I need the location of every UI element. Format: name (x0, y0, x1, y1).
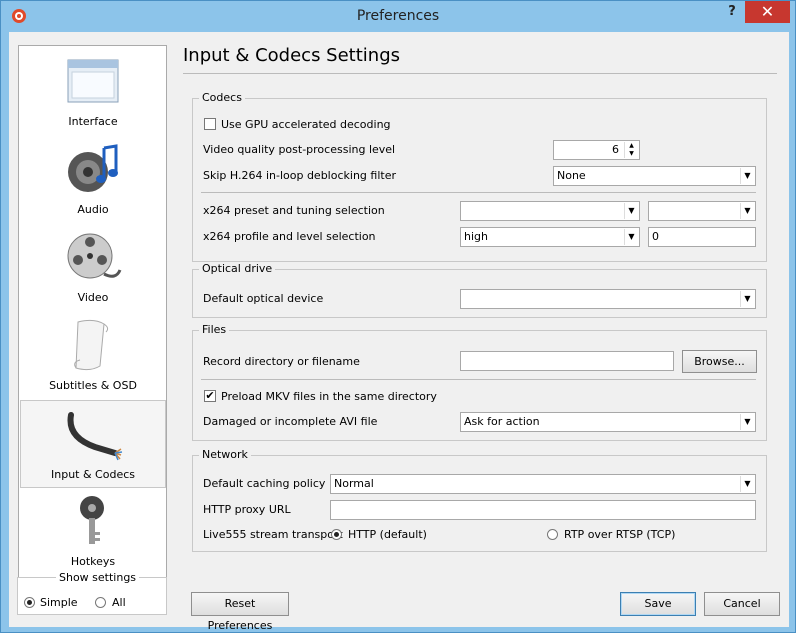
show-settings-group: Show settings Simple All (17, 571, 167, 615)
http-transport-radio[interactable] (331, 529, 342, 540)
sidebar-item-label: Subtitles & OSD (49, 379, 137, 392)
sidebar-item-audio[interactable]: Audio (20, 136, 166, 224)
input-codecs-icon (67, 412, 123, 461)
chevron-down-icon: ▼ (624, 229, 638, 245)
sidebar-item-interface[interactable]: Interface (20, 48, 166, 136)
gpu-decoding-label: Use GPU accelerated decoding (221, 118, 391, 131)
dialog-body: Interface Audio Video Subtitles & OSD In… (9, 32, 789, 632)
record-dir-input[interactable] (460, 351, 674, 371)
avi-label: Damaged or incomplete AVI file (203, 415, 378, 428)
interface-icon (67, 59, 119, 103)
codecs-group: Codecs Use GPU accelerated decoding Vide… (192, 91, 767, 262)
page-title: Input & Codecs Settings (183, 45, 400, 66)
all-radio[interactable] (95, 597, 106, 608)
chevron-down-icon: ▼ (740, 168, 754, 184)
record-dir-label: Record directory or filename (203, 355, 360, 368)
x264-preset-select[interactable]: ▼ (460, 201, 640, 221)
avi-action-select[interactable]: Ask for action ▼ (460, 412, 756, 432)
optical-device-select[interactable]: ▼ (460, 289, 756, 309)
optical-device-label: Default optical device (203, 292, 324, 305)
files-divider (201, 379, 756, 380)
simple-radio[interactable] (24, 597, 35, 608)
audio-icon (68, 144, 118, 192)
reset-preferences-button[interactable]: Reset Preferences (191, 592, 289, 632)
title-bar[interactable]: Preferences ? ✕ (1, 1, 795, 31)
optical-drive-legend: Optical drive (199, 262, 276, 275)
live555-label: Live555 stream transport (203, 528, 343, 541)
chevron-down-icon: ▼ (624, 203, 638, 219)
sidebar-item-hotkeys[interactable]: Hotkeys (20, 488, 166, 576)
preferences-window: Preferences ? ✕ Interface Audio Video Su… (0, 0, 796, 633)
skip-deblocking-value: None (557, 169, 586, 182)
files-group: Files Record directory or filename Brows… (192, 323, 767, 441)
x264-tuning-select[interactable]: ▼ (648, 201, 756, 221)
network-group: Network Default caching policy Normal ▼ … (192, 448, 767, 552)
help-button[interactable]: ? (725, 4, 739, 20)
cancel-button[interactable]: Cancel (704, 592, 780, 616)
all-radio-label: All (112, 596, 126, 609)
rtp-transport-radio[interactable] (547, 529, 558, 540)
browse-button[interactable]: Browse... (682, 350, 757, 373)
heading-divider (183, 73, 777, 74)
sidebar-item-input-codecs[interactable]: Input & Codecs (20, 400, 166, 488)
simple-radio-label: Simple (40, 596, 78, 609)
window-title: Preferences (356, 8, 440, 24)
close-button[interactable]: ✕ (745, 1, 790, 23)
subtitles-icon (74, 319, 109, 371)
x264-preset-label: x264 preset and tuning selection (203, 204, 385, 217)
caching-policy-value: Normal (334, 477, 374, 490)
rtp-transport-label: RTP over RTSP (TCP) (564, 528, 676, 541)
sidebar-item-label: Input & Codecs (51, 468, 135, 481)
hotkeys-icon (80, 496, 104, 544)
gpu-decoding-checkbox[interactable] (204, 118, 216, 130)
save-button[interactable]: Save (620, 592, 696, 616)
x264-profile-value: high (464, 230, 488, 243)
category-sidebar: Interface Audio Video Subtitles & OSD In… (18, 45, 167, 594)
quality-spinbox[interactable]: 6 ▲ ▼ (553, 140, 640, 160)
proxy-url-input[interactable] (330, 500, 756, 520)
http-transport-label: HTTP (default) (348, 528, 427, 541)
chevron-down-icon: ▼ (740, 203, 754, 219)
avi-action-value: Ask for action (464, 415, 540, 428)
sidebar-item-video[interactable]: Video (20, 224, 166, 312)
show-settings-legend: Show settings (56, 571, 140, 584)
network-legend: Network (199, 448, 251, 461)
caching-label: Default caching policy (203, 477, 326, 490)
preload-mkv-label: Preload MKV files in the same directory (221, 390, 437, 403)
chevron-down-icon: ▼ (740, 291, 754, 307)
proxy-label: HTTP proxy URL (203, 503, 291, 516)
codecs-divider (201, 192, 756, 193)
optical-drive-group: Optical drive Default optical device ▼ (192, 262, 767, 318)
sidebar-item-label: Video (77, 291, 109, 304)
quality-value: 6 (612, 143, 619, 156)
x264-level-input[interactable]: 0 (648, 227, 756, 247)
sidebar-item-label: Audio (77, 203, 109, 216)
preload-mkv-checkbox[interactable]: ✔ (204, 390, 216, 402)
chevron-down-icon: ▼ (740, 414, 754, 430)
skip-deblocking-label: Skip H.264 in-loop deblocking filter (203, 169, 396, 182)
x264-profile-label: x264 profile and level selection (203, 230, 376, 243)
video-icon (67, 233, 122, 279)
sidebar-item-label: Hotkeys (70, 555, 116, 568)
spin-arrows-icon[interactable]: ▲ ▼ (624, 142, 638, 158)
chevron-down-icon: ▼ (740, 476, 754, 492)
quality-label: Video quality post-processing level (203, 143, 396, 156)
sidebar-item-subtitles-osd[interactable]: Subtitles & OSD (20, 312, 166, 400)
x264-profile-select[interactable]: high ▼ (460, 227, 640, 247)
skip-deblocking-select[interactable]: None ▼ (553, 166, 756, 186)
files-legend: Files (199, 323, 230, 336)
caching-policy-select[interactable]: Normal ▼ (330, 474, 756, 494)
codecs-legend: Codecs (199, 91, 245, 104)
sidebar-item-label: Interface (68, 115, 118, 128)
